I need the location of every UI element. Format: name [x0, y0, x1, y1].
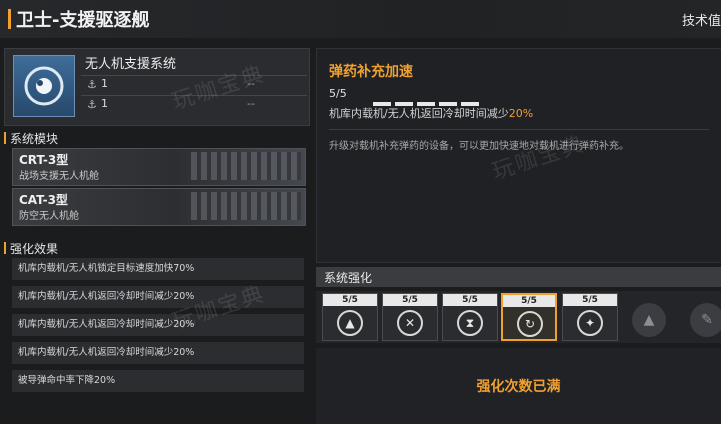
ammo-reload-icon: ↻	[517, 311, 543, 337]
locked-speed-icon: ▲	[632, 303, 666, 337]
locked-wrench-icon: ✎	[690, 303, 721, 337]
effects-heading: 强化效果	[3, 242, 59, 256]
effect-item: 机库内载机/无人机返回冷却时间减少20%	[12, 342, 304, 364]
enhance-slot[interactable]: 5/5 ✦	[562, 293, 618, 341]
stat-icon: ⚓	[87, 78, 97, 91]
enhance-slot[interactable]: 5/5 ▲	[322, 293, 378, 341]
enhance-header: 系统强化	[316, 267, 721, 287]
left-panel: 无人机支援系统 ⚓ 1 -- ⚓ 1 -- 系统模块 CRT-3型 战场支援无人…	[3, 48, 310, 424]
enhance-slot[interactable]: 5/5 ⧗	[442, 293, 498, 341]
enhance-slot[interactable]: 5/5 ✕	[382, 293, 438, 341]
enhance-slot-selected[interactable]: 5/5 ↻	[501, 293, 557, 341]
locked-slot[interactable]: ✎	[686, 299, 721, 343]
upgrade-title: 弹药补充加速	[329, 64, 413, 80]
module-item[interactable]: CAT-3型 防空无人机舱	[12, 188, 306, 226]
system-name: 无人机支援系统	[85, 57, 177, 72]
cooldown-x-icon: ✕	[397, 310, 423, 336]
maxed-text: 强化次数已满	[476, 379, 561, 395]
enhance-heading: 系统强化	[324, 271, 373, 285]
hourglass-icon: ⧗	[457, 310, 483, 336]
effect-item: 被导弹命中率下降20%	[12, 370, 304, 392]
signal-icon: ✦	[577, 310, 603, 336]
top-bar: 卫士-支援驱逐舰 技术值	[0, 0, 721, 38]
stat-value: 1	[101, 77, 108, 90]
enhance-slots: 5/5 ▲ 5/5 ✕ 5/5 ⧗ 5/5 ↻ 5/5 ✦ ▲ ✎	[316, 291, 721, 343]
effect-item: 机库内载机/无人机锁定目标速度加快70%	[12, 258, 304, 280]
module-item[interactable]: CRT-3型 战场支援无人机舱	[12, 148, 306, 186]
stat-value: 1	[101, 97, 108, 110]
divider	[329, 129, 709, 130]
module-name: CAT-3型	[19, 193, 68, 207]
module-desc: 战场支援无人机舱	[19, 171, 99, 182]
slot-level: 5/5	[323, 294, 377, 306]
slot-level: 5/5	[443, 294, 497, 306]
effect-item: 机库内载机/无人机返回冷却时间减少20%	[12, 314, 304, 336]
upgrade-effect-text: 机库内载机/无人机返回冷却时间减少	[329, 107, 509, 120]
tech-link[interactable]: 技术值	[682, 10, 721, 29]
stat-icon: ⚓	[87, 98, 97, 111]
drone-system-icon	[13, 55, 75, 117]
maxed-panel: 强化次数已满	[316, 348, 721, 424]
stat-extra: --	[247, 97, 255, 110]
module-name: CRT-3型	[19, 153, 69, 167]
right-panel: 弹药补充加速 5/5 机库内载机/无人机返回冷却时间减少20% 升级对载机补充弹…	[316, 48, 721, 424]
module-art	[191, 192, 301, 220]
slot-level: 5/5	[563, 294, 617, 306]
module-desc: 防空无人机舱	[19, 211, 79, 222]
modules-heading: 系统模块	[3, 132, 59, 146]
locked-slot[interactable]: ▲	[628, 299, 672, 343]
page-title: 卫士-支援驱逐舰	[16, 10, 150, 31]
slot-level: 5/5	[383, 294, 437, 306]
speed-icon: ▲	[337, 310, 363, 336]
slot-level: 5/5	[503, 295, 555, 307]
upgrade-level: 5/5	[329, 87, 347, 100]
upgrade-effect: 机库内载机/无人机返回冷却时间减少20%	[329, 105, 533, 121]
module-art	[191, 152, 301, 180]
title-accent	[8, 9, 11, 29]
upgrade-effect-value: 20%	[508, 107, 534, 120]
